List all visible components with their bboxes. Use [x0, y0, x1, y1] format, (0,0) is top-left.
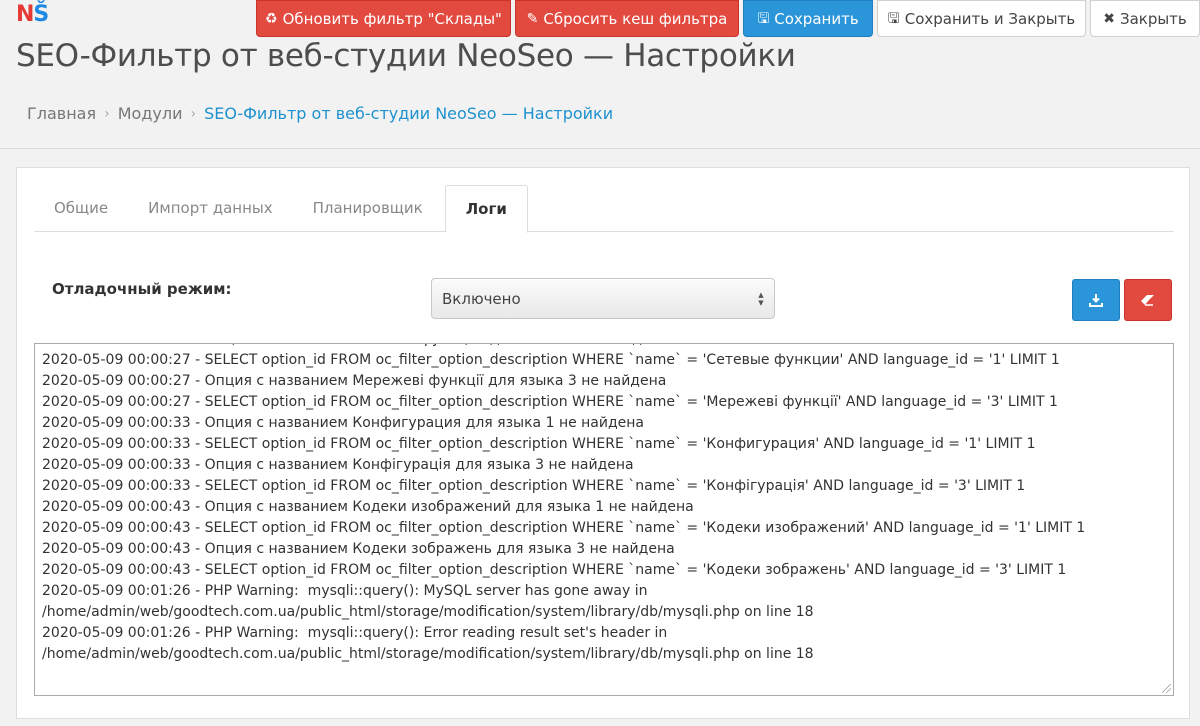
reset-cache-button[interactable]: ✎ Сбросить кеш фильтра	[515, 0, 739, 37]
breadcrumb-home[interactable]: Главная	[27, 104, 96, 123]
clear-log-button[interactable]	[1124, 279, 1172, 321]
close-label: Закрыть	[1119, 9, 1187, 28]
log-line: 2020-05-09 00:00:33 - Опция с названием …	[42, 415, 645, 431]
settings-panel: Общие Импорт данных Планировщик Логи Отл…	[16, 167, 1190, 719]
tab-logs[interactable]: Логи	[444, 185, 528, 233]
breadcrumb-current[interactable]: SEO-Фильтр от веб-студии NeoSeo — Настро…	[204, 104, 613, 123]
log-line: 2020-05-09 00:00:33 - SELECT option_id F…	[42, 436, 1036, 452]
breadcrumb-modules[interactable]: Модули	[118, 104, 183, 123]
save-and-close-label: Сохранить и Закрыть	[904, 9, 1076, 28]
tab-import[interactable]: Импорт данных	[128, 185, 292, 232]
download-log-button[interactable]	[1072, 279, 1120, 321]
refresh-filter-label: Обновить фильтр "Склады"	[282, 9, 502, 28]
select-arrows-icon: ▲ ▼	[758, 290, 764, 307]
close-button[interactable]: ✖ Закрыть	[1090, 0, 1200, 37]
log-line: 2020-05-09 00:00:43 - Опция с названием …	[42, 541, 675, 557]
log-line: 2020-05-09 00:00:43 - SELECT option_id F…	[42, 520, 1086, 536]
eraser-icon	[1141, 295, 1154, 306]
log-line: 2020-05-09 00:00:27 - Опция с названием …	[42, 344, 1162, 350]
page-title: SEO-Фильтр от веб-студии NeoSeo — Настро…	[16, 38, 796, 74]
header-divider	[0, 148, 1200, 149]
debug-mode-value: Включено	[442, 289, 521, 308]
log-line: 2020-05-09 00:00:33 - Опция с названием …	[42, 457, 634, 473]
refresh-filter-button[interactable]: ♻ Обновить фильтр "Склады"	[256, 0, 511, 37]
floppy-icon: 🖫	[757, 10, 770, 27]
log-line: 2020-05-09 00:00:27 - SELECT option_id F…	[42, 394, 1058, 410]
toolbar: ♻ Обновить фильтр "Склады" ✎ Сбросить ке…	[256, 0, 1200, 37]
chevron-right-icon: ›	[190, 105, 197, 122]
chevron-right-icon: ›	[104, 105, 110, 122]
save-label: Сохранить	[774, 9, 859, 28]
log-line: 2020-05-09 00:01:26 - PHP Warning: mysql…	[42, 583, 648, 599]
download-icon	[1089, 294, 1103, 307]
log-line: 2020-05-09 00:00:27 - Опция с названием …	[42, 373, 667, 389]
resize-handle[interactable]	[1162, 684, 1171, 693]
log-line: /home/admin/web/goodtech.com.ua/public_h…	[42, 604, 814, 620]
log-line: 2020-05-09 00:00:27 - SELECT option_id F…	[42, 352, 1060, 368]
log-line: 2020-05-09 00:00:33 - SELECT option_id F…	[42, 478, 1026, 494]
log-line: 2020-05-09 00:00:43 - Опция с названием …	[42, 499, 694, 515]
log-content: 2020-05-09 00:00:27 - Опция с названием …	[42, 344, 1162, 665]
floppy-icon: 🖫	[887, 10, 900, 27]
log-line: 2020-05-09 00:01:26 - PHP Warning: mysql…	[42, 625, 668, 641]
tab-scheduler[interactable]: Планировщик	[293, 185, 443, 232]
close-icon: ✖	[1103, 10, 1115, 27]
recycle-icon: ♻	[265, 10, 278, 27]
log-line: /home/admin/web/goodtech.com.ua/public_h…	[42, 646, 814, 662]
breadcrumb: Главная › Модули › SEO-Фильтр от веб-сту…	[27, 104, 613, 123]
log-textarea[interactable]: 2020-05-09 00:00:27 - Опция с названием …	[34, 343, 1174, 696]
log-line: 2020-05-09 00:00:43 - SELECT option_id F…	[42, 562, 1067, 578]
debug-mode-label: Отладочный режим:	[52, 280, 232, 298]
eraser-icon: ✎	[526, 10, 539, 27]
save-and-close-button[interactable]: 🖫 Сохранить и Закрыть	[877, 0, 1086, 37]
save-button[interactable]: 🖫 Сохранить	[743, 0, 873, 37]
neoseo-logo: NŠ	[16, 2, 49, 27]
tabs: Общие Импорт данных Планировщик Логи	[34, 185, 1174, 233]
tab-general[interactable]: Общие	[34, 185, 128, 232]
debug-mode-select[interactable]: Включено ▲ ▼	[431, 278, 775, 319]
reset-cache-label: Сбросить кеш фильтра	[543, 9, 728, 28]
